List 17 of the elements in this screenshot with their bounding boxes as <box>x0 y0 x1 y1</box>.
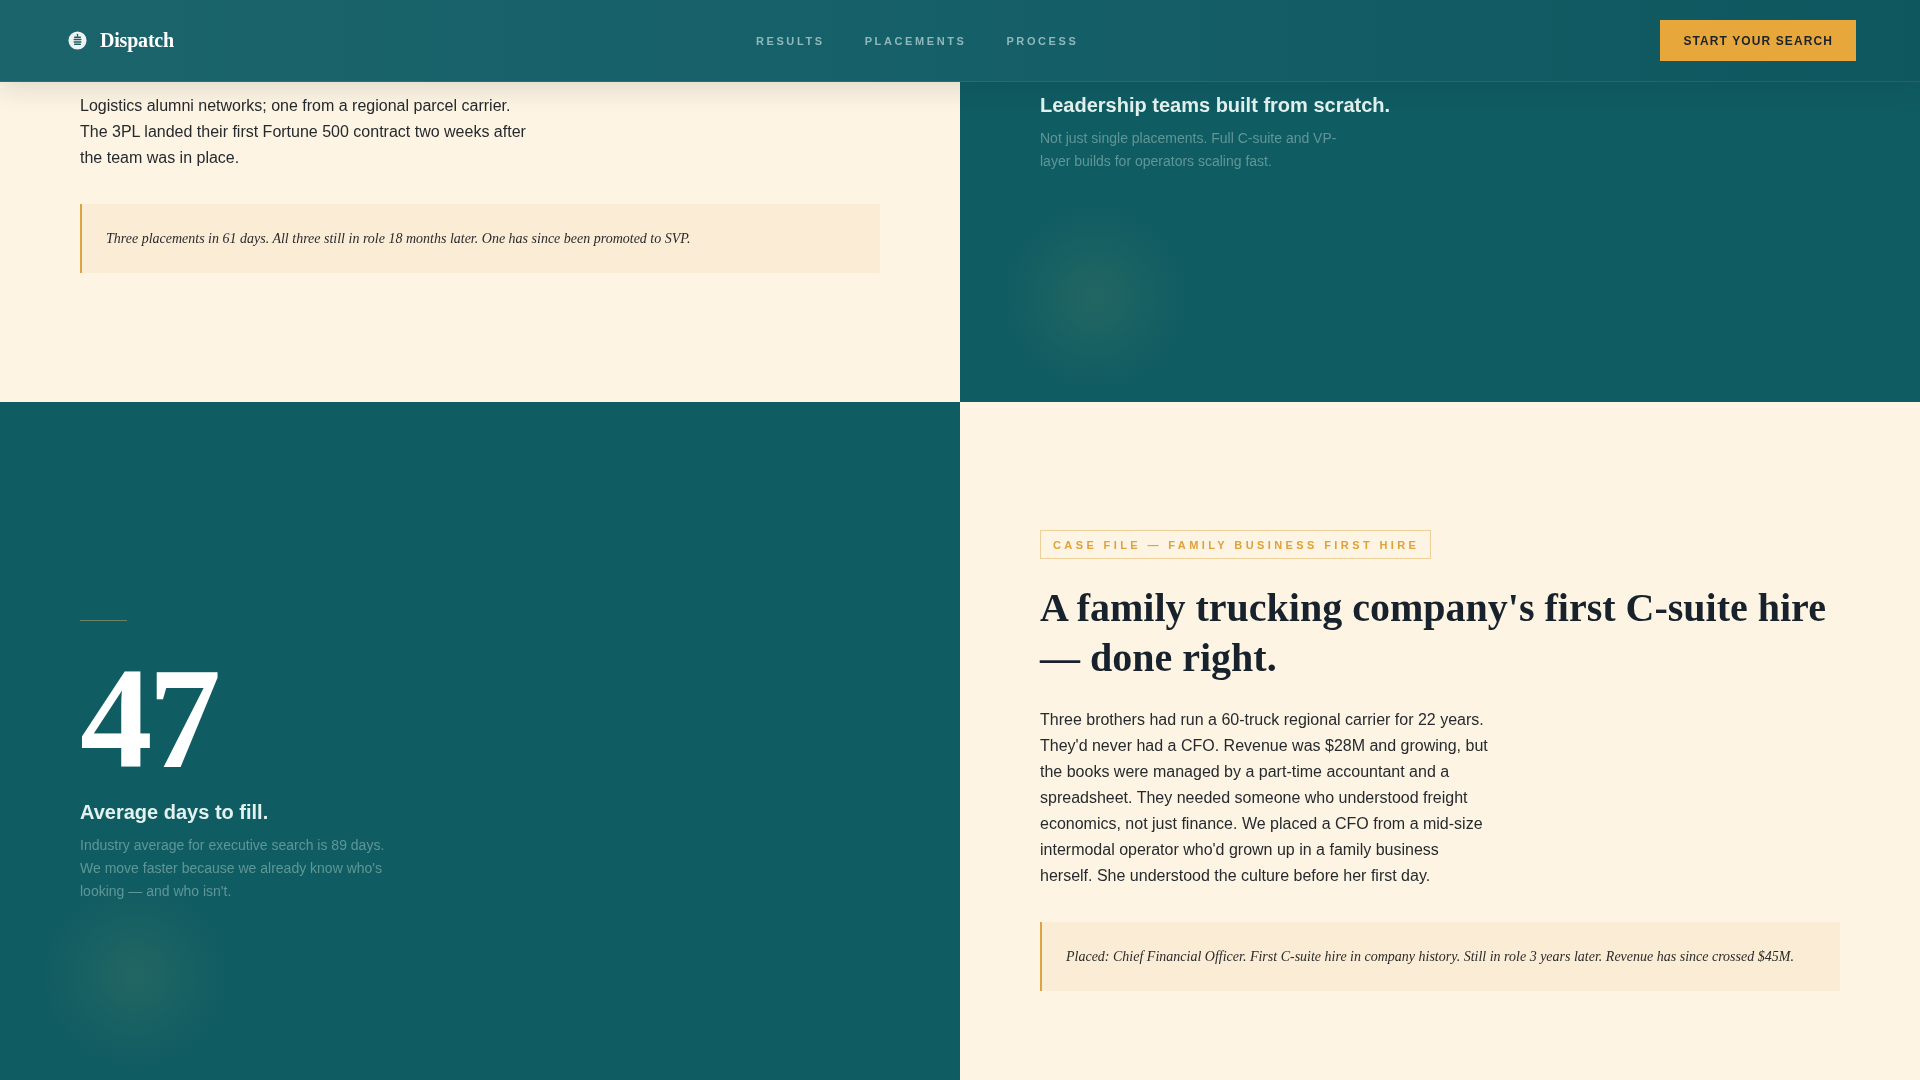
case-body-text: Three brothers had run a 60-truck regional carrier for 22 years. They'd never had a CFO. Revenue was $28M and growing, but the books were managed by a part-time accountant and a spreadsheet. They needed someone who understood freight economics, not just finance. We placed a CFO from a mid-size intermodal operator who'd grown up in a family business herself. She understood the culture before her first day. <box>1040 710 1489 886</box>
logo-icon <box>68 31 87 50</box>
stat-number: 47 <box>80 646 217 791</box>
stat-description: Not just single placements. Full C-suite and VP-layer builds for operators scaling fast. <box>1040 129 1338 171</box>
case-body-text: Logistics alumni networks; one from a regional parcel carrier. The 3PL landed their first Fortune 500 contract two weeks after the team was in place. <box>80 96 527 168</box>
case-file-tag: CASE FILE — FAMILY BUSINESS FIRST HIRE <box>1040 530 1432 559</box>
nav-link[interactable]: PROCESS <box>1006 34 1079 47</box>
outcome-callout: Placed: Chief Financial Officer. First C-suite hire in company history. Still in role 3 years later. Revenue has since crossed $45M. <box>1040 922 1840 991</box>
brand-name: Dispatch <box>100 29 174 52</box>
nav-link[interactable]: RESULTS <box>755 34 825 47</box>
stat-description: Industry average for executive search is 89 days. We move faster because we already know who's looking — and who isn't. <box>80 836 386 901</box>
case-title: A family trucking company's first C-suite hire — done right. <box>1040 584 1827 682</box>
stat-title: Leadership teams built from scratch. <box>1040 93 1391 118</box>
outcome-callout: Three placements in 61 days. All three still in role 18 months later. One has since been promoted to SVP. <box>80 204 880 273</box>
start-search-button[interactable]: START YOUR SEARCH <box>1660 20 1856 61</box>
stat-title: Average days to fill. <box>80 800 269 825</box>
nav-link[interactable]: PLACEMENTS <box>864 34 967 47</box>
